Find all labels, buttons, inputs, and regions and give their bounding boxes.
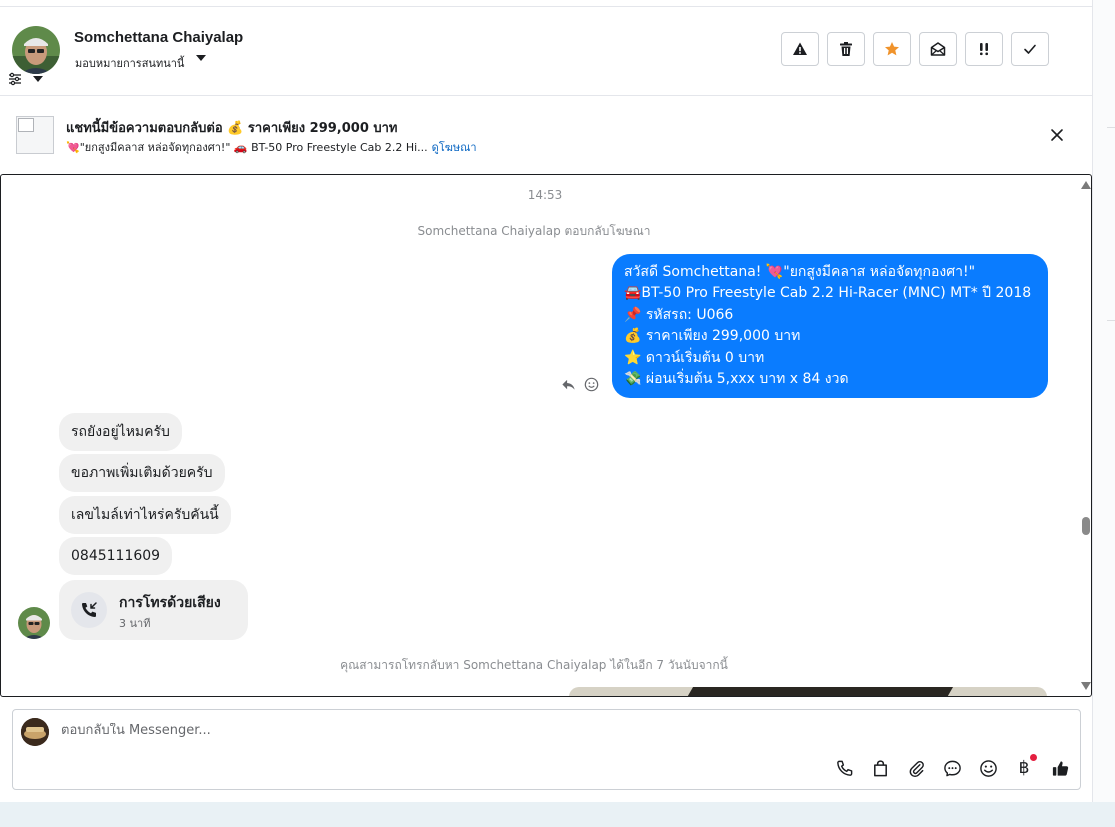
incoming-message[interactable]: เลขไมล์เท่าไหร่ครับคันนี้ (59, 496, 231, 534)
emoji-icon (979, 759, 997, 777)
reply-icon[interactable] (561, 377, 576, 392)
done-button[interactable] (1011, 32, 1049, 66)
page-avatar (21, 718, 49, 746)
trash-icon (840, 42, 852, 56)
phone-button[interactable] (833, 757, 855, 779)
check-icon (1024, 44, 1036, 54)
ad-title: แชทนี้มีข้อความตอบกลับต่อ 💰 ราคาเพียง 29… (66, 121, 398, 136)
emoji-reaction-icon[interactable] (584, 377, 599, 392)
attach-button[interactable] (905, 757, 927, 779)
assign-chevron-down-icon[interactable] (196, 55, 206, 61)
callback-notice: คุณสามารถโทรกลับหา Somchettana Chaiyalap… (340, 658, 728, 672)
top-divider (0, 6, 1092, 7)
incoming-call-icon (71, 592, 107, 628)
message-input[interactable] (61, 723, 661, 738)
contact-avatar-small (18, 607, 50, 639)
composer-toolbar: ฿ (833, 754, 1071, 779)
outgoing-line: 💰 ราคาเพียง 299,000 บาท (624, 328, 801, 345)
paperclip-icon (909, 760, 924, 777)
incoming-message[interactable]: 0845111609 (59, 537, 173, 575)
outgoing-line: 🚘BT-50 Pro Freestyle Cab 2.2 Hi-Racer (M… (624, 285, 1032, 302)
message-timestamp: 14:53 (527, 188, 563, 202)
thumbs-up-icon (1052, 760, 1068, 776)
ad-subtitle-text: 💘"ยกสูงมีคลาส หล่อจัดทุกองศา!" 🚗 BT-50 P… (66, 141, 428, 154)
saved-replies-button[interactable] (941, 757, 963, 779)
envelope-open-icon (930, 42, 946, 56)
star-icon (885, 42, 899, 56)
baht-icon: ฿ (1018, 758, 1030, 778)
outgoing-line: สวัสดี Somchettana! 💘"ยกสูงมีคลาส หล่อจั… (624, 264, 976, 280)
voice-call-message[interactable]: การโทรด้วยเสียง 3 นาที (59, 580, 248, 640)
reply-composer: ฿ (12, 709, 1081, 790)
follow-up-button[interactable] (965, 32, 1003, 66)
close-icon[interactable] (1049, 127, 1065, 143)
incoming-message[interactable]: ขอภาพเพิ่มเติมด้วยครับ (59, 454, 225, 492)
outgoing-line: 💸 ผ่อนเริ่มต้น 5,xxx บาท x 84 งวด (624, 371, 849, 388)
ad-subtitle: 💘"ยกสูงมีคลาส หล่อจัดทุกองศา!" 🚗 BT-50 P… (66, 138, 477, 156)
outgoing-line: ⭐ ดาวน์เริ่มต้น 0 บาท (624, 349, 765, 366)
contact-avatar[interactable] (12, 26, 60, 74)
filter-icon[interactable] (8, 72, 22, 86)
assign-conversation-dropdown[interactable]: มอบหมายการสนทนานี้ (75, 54, 184, 72)
view-ad-link[interactable]: ดูโฆษณา (432, 141, 477, 154)
like-button[interactable] (1049, 757, 1071, 779)
scrollbar-thumb[interactable] (1082, 517, 1090, 535)
chat-bubble-icon (943, 760, 961, 776)
call-title: การโทรด้วยเสียง (119, 595, 221, 611)
scroll-up-arrow[interactable] (1081, 181, 1091, 189)
emoji-button[interactable] (977, 757, 999, 779)
call-duration: 3 นาที (119, 617, 151, 630)
message-thread[interactable]: 14:53 Somchettana Chaiyalap ตอบกลับโฆษณา… (0, 174, 1092, 697)
sidebar-divider (1107, 320, 1115, 321)
mark-unread-button[interactable] (919, 32, 957, 66)
incoming-message[interactable]: รถยังอยู่ไหมครับ (59, 413, 182, 451)
conversation-panel: Somchettana Chaiyalap มอบหมายการสนทนานี้… (0, 0, 1092, 802)
shopping-bag-button[interactable] (869, 757, 891, 779)
delete-button[interactable] (827, 32, 865, 66)
ad-reply-notice: Somchettana Chaiyalap ตอบกลับโฆษณา (417, 224, 651, 238)
message-actions (561, 377, 599, 392)
header-divider (0, 95, 1092, 96)
phone-icon (836, 760, 852, 776)
contact-name: Somchettana Chaiyalap (74, 29, 244, 46)
notification-dot (1030, 754, 1037, 761)
chevron-down-icon[interactable] (33, 76, 43, 82)
sidebar-divider (1107, 127, 1115, 128)
outgoing-message[interactable]: สวัสดี Somchettana! 💘"ยกสูงมีคลาส หล่อจั… (612, 254, 1048, 398)
spam-button[interactable] (781, 32, 819, 66)
right-sidebar-edge (1092, 0, 1115, 802)
header-actions (781, 32, 1049, 66)
star-button[interactable] (873, 32, 911, 66)
payment-button[interactable]: ฿ (1013, 754, 1037, 779)
scroll-down-arrow[interactable] (1081, 682, 1091, 690)
outgoing-line: 📌 รหัสรถ: U066 (624, 306, 734, 323)
double-exclamation-icon (980, 43, 988, 56)
shopping-bag-icon (873, 759, 887, 776)
ad-thumbnail[interactable] (16, 116, 54, 154)
warning-icon (793, 42, 807, 55)
image-attachment-preview[interactable] (569, 687, 1047, 696)
